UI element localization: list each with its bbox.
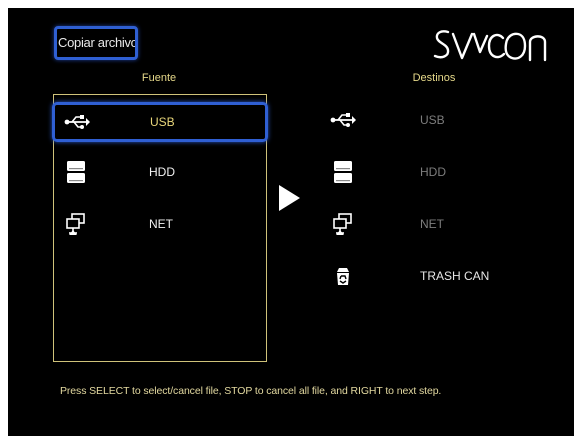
source-header: Fuente (141, 72, 177, 84)
copy-file-screen: Copiar archivo Fuente Destinos USB HDD N… (8, 8, 574, 436)
source-panel: USB HDD NET (52, 94, 268, 362)
screen-title: Copiar archivo (54, 26, 138, 60)
destination-item-hdd[interactable]: HDD (328, 152, 528, 192)
source-item-label: HDD (149, 165, 175, 179)
destination-item-net[interactable]: NET (328, 204, 528, 244)
destination-item-trash-can[interactable]: TRASH CAN (328, 256, 528, 296)
destination-item-label: TRASH CAN (420, 269, 490, 283)
network-icon (63, 211, 89, 237)
destination-header: Destinos (412, 72, 456, 84)
network-icon (330, 211, 356, 237)
source-item-label: USB (150, 115, 175, 129)
source-item-usb[interactable]: USB (52, 102, 268, 142)
source-item-hdd[interactable]: HDD (54, 152, 266, 192)
usb-icon (64, 109, 90, 135)
help-text: Press SELECT to select/cancel file, STOP… (60, 385, 442, 397)
usb-icon (330, 107, 356, 133)
next-step-arrow-icon (279, 185, 300, 211)
hdd-icon (63, 159, 89, 185)
destination-item-label: HDD (420, 165, 446, 179)
source-item-net[interactable]: NET (54, 204, 266, 244)
destination-item-usb[interactable]: USB (328, 100, 528, 140)
source-item-label: NET (149, 217, 173, 231)
destination-item-label: USB (420, 113, 445, 127)
recycle-icon (330, 263, 356, 289)
sveon-logo (432, 22, 548, 70)
destination-item-label: NET (420, 217, 444, 231)
hdd-icon (330, 159, 356, 185)
